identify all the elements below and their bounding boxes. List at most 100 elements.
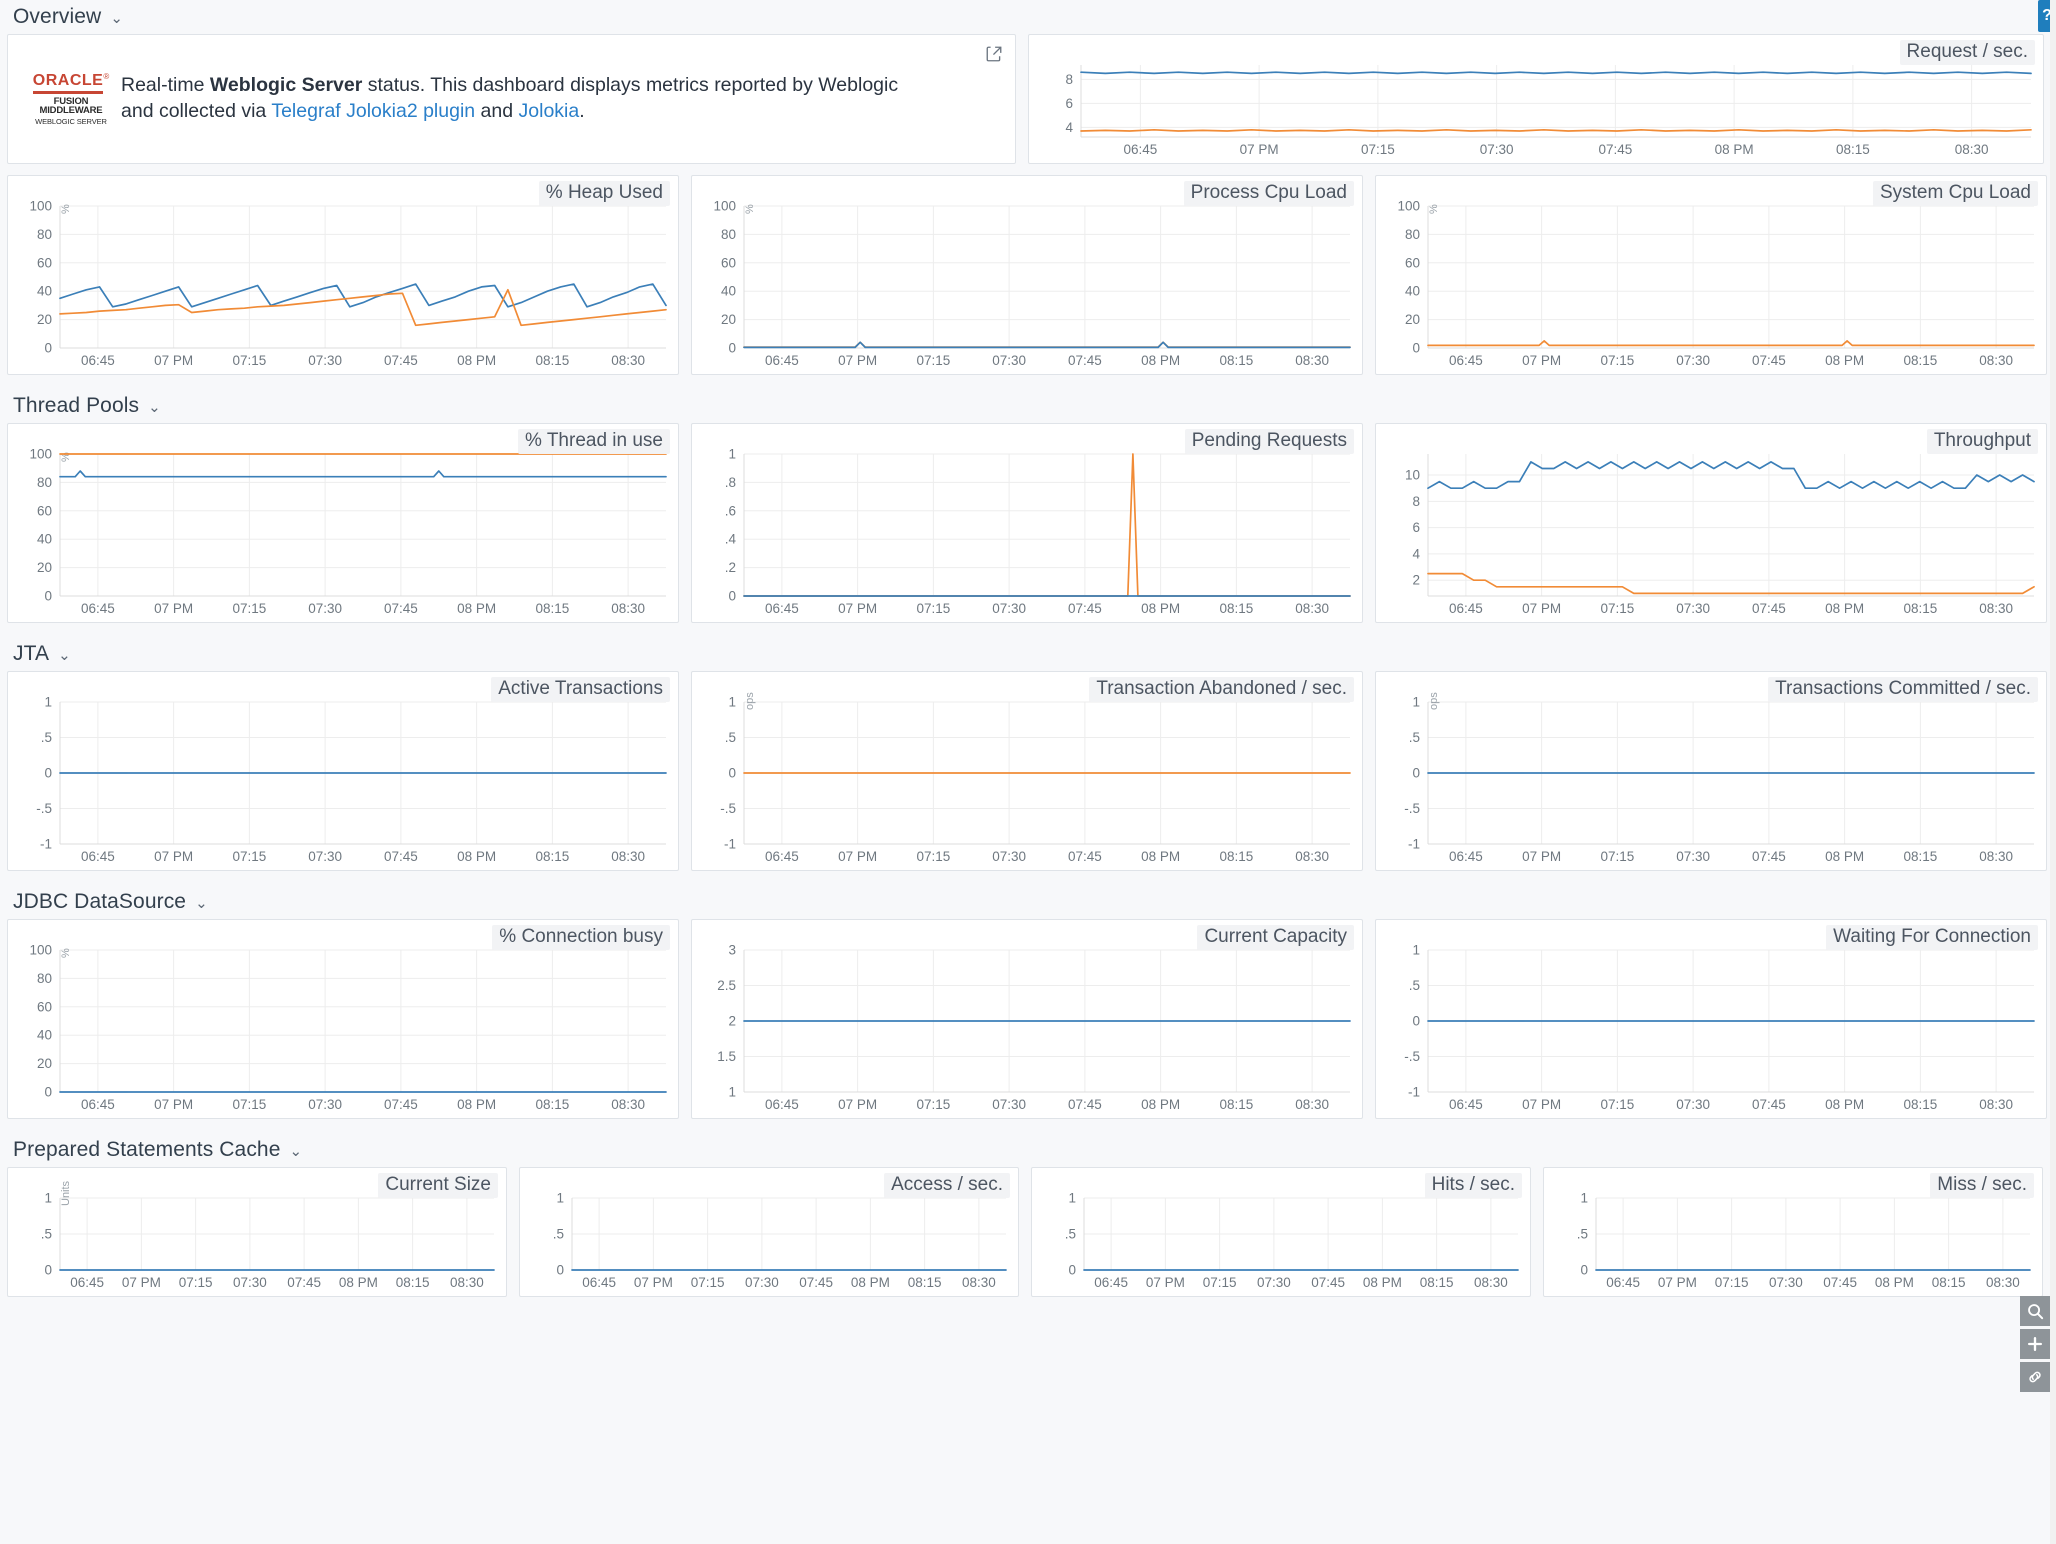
- section-thread-pools: Thread Pools ⌄ % Thread in use 0 20 40 60 80…: [0, 389, 2056, 623]
- svg-text:07:15: 07:15: [1600, 353, 1634, 368]
- svg-text:07:15: 07:15: [916, 1097, 950, 1112]
- svg-text:07:15: 07:15: [1600, 1097, 1634, 1112]
- svg-text:08:15: 08:15: [1420, 1275, 1454, 1290]
- section-overview: Overview ⌄ ORACLE® FUSION MIDDLEWARE WEB…: [0, 0, 2056, 164]
- svg-text:08 PM: 08 PM: [1141, 353, 1180, 368]
- svg-text:.5: .5: [1409, 978, 1420, 993]
- svg-text:100: 100: [29, 447, 52, 462]
- svg-text:2: 2: [1412, 573, 1420, 588]
- svg-text:1.5: 1.5: [717, 1049, 736, 1064]
- link-button[interactable]: [2020, 1362, 2050, 1392]
- svg-text:08 PM: 08 PM: [1141, 601, 1180, 616]
- chevron-down-icon: ⌄: [58, 646, 71, 664]
- svg-text:07:30: 07:30: [308, 601, 342, 616]
- svg-text:40: 40: [37, 1028, 52, 1043]
- section-header-prepared-statements-cache[interactable]: Prepared Statements Cache ⌄: [0, 1133, 2056, 1167]
- svg-text:07:30: 07:30: [1480, 142, 1514, 157]
- svg-text:80: 80: [37, 475, 52, 490]
- svg-text:%: %: [1428, 204, 1440, 214]
- svg-text:-.5: -.5: [720, 801, 736, 816]
- intro-text-bold: Weblogic Server: [209, 74, 363, 97]
- svg-text:07:45: 07:45: [1068, 353, 1102, 368]
- svg-text:06:45: 06:45: [1606, 1275, 1640, 1290]
- panel-intro: ORACLE® FUSION MIDDLEWARE WEBLOGIC SERVE…: [7, 34, 1016, 164]
- svg-text:07:45: 07:45: [1823, 1275, 1857, 1290]
- svg-text:.5: .5: [1409, 730, 1420, 745]
- svg-text:07:45: 07:45: [1598, 142, 1632, 157]
- svg-text:0: 0: [1412, 341, 1420, 356]
- svg-text:1: 1: [556, 1191, 564, 1206]
- svg-text:0: 0: [44, 1085, 52, 1100]
- svg-text:07 PM: 07 PM: [1146, 1275, 1185, 1290]
- svg-text:.5: .5: [1065, 1227, 1076, 1242]
- svg-text:Units: Units: [60, 1180, 72, 1206]
- svg-text:08 PM: 08 PM: [1825, 849, 1864, 864]
- svg-text:08 PM: 08 PM: [1141, 849, 1180, 864]
- svg-text:08:30: 08:30: [611, 1097, 645, 1112]
- external-link-icon[interactable]: [985, 45, 1003, 63]
- svg-text:07:15: 07:15: [179, 1275, 213, 1290]
- svg-text:08 PM: 08 PM: [457, 849, 496, 864]
- svg-text:07:30: 07:30: [1257, 1275, 1291, 1290]
- svg-text:-1: -1: [1408, 837, 1420, 852]
- svg-text:07 PM: 07 PM: [154, 1097, 193, 1112]
- svg-text:07:15: 07:15: [1600, 601, 1634, 616]
- svg-text:08 PM: 08 PM: [851, 1275, 890, 1290]
- panel-title-psc-hits: Hits / sec.: [1424, 1173, 1522, 1198]
- svg-text:0: 0: [728, 341, 736, 356]
- panel-title-waiting-for-connection: Waiting For Connection: [1826, 925, 2038, 950]
- search-button[interactable]: [2020, 1296, 2050, 1326]
- svg-text:07 PM: 07 PM: [154, 849, 193, 864]
- section-header-jta[interactable]: JTA ⌄: [0, 637, 2056, 671]
- svg-text:07:45: 07:45: [384, 849, 418, 864]
- panel-title-current-capacity: Current Capacity: [1197, 925, 1354, 950]
- svg-text:08:15: 08:15: [1219, 849, 1253, 864]
- svg-text:40: 40: [37, 284, 52, 299]
- svg-text:1: 1: [1068, 1191, 1076, 1206]
- page-scrollbar[interactable]: [2050, 0, 2056, 1544]
- svg-text:07:15: 07:15: [232, 1097, 266, 1112]
- svg-text:08:15: 08:15: [1836, 142, 1870, 157]
- svg-text:07 PM: 07 PM: [838, 601, 877, 616]
- svg-text:08:30: 08:30: [611, 849, 645, 864]
- svg-text:-1: -1: [40, 837, 52, 852]
- svg-text:8: 8: [1065, 72, 1073, 87]
- svg-text:08:30: 08:30: [1979, 353, 2013, 368]
- svg-text:100: 100: [713, 199, 736, 214]
- jolokia-link[interactable]: Jolokia: [519, 100, 580, 122]
- svg-text:07:45: 07:45: [1752, 849, 1786, 864]
- add-button[interactable]: [2020, 1329, 2050, 1359]
- svg-text:08:30: 08:30: [1986, 1275, 2020, 1290]
- svg-text:07:30: 07:30: [1769, 1275, 1803, 1290]
- svg-text:07:15: 07:15: [691, 1275, 725, 1290]
- panel-title-transaction-abandoned: Transaction Abandoned / sec.: [1089, 677, 1354, 702]
- overview-row-2: % Heap Used 0 20 40 60 80 100 06:45 07 PM 07:15 0…: [0, 175, 2056, 375]
- panel-waiting-for-connection: Waiting For Connection -1 -.5 0 .5 1 06:45 07 …: [1375, 919, 2047, 1119]
- svg-text:08 PM: 08 PM: [457, 601, 496, 616]
- svg-text:06:45: 06:45: [1449, 1097, 1483, 1112]
- panel-title-psc-miss: Miss / sec.: [1930, 1173, 2034, 1198]
- svg-text:08:15: 08:15: [1219, 1097, 1253, 1112]
- svg-text:.2: .2: [725, 560, 736, 575]
- section-header-overview[interactable]: Overview ⌄: [0, 0, 2056, 34]
- svg-text:-.5: -.5: [1404, 1049, 1420, 1064]
- svg-text:07:30: 07:30: [1676, 353, 1710, 368]
- chart-request-per-sec[interactable]: 4 6 8 06:45 07 PM 07:15 07:30 07:45 08 PM 08:15 08…: [1029, 35, 2043, 163]
- svg-text:80: 80: [37, 971, 52, 986]
- overview-row-1: ORACLE® FUSION MIDDLEWARE WEBLOGIC SERVE…: [0, 34, 2056, 164]
- intro-text: Real-time Weblogic Server status. This d…: [121, 73, 911, 125]
- svg-text:20: 20: [37, 560, 52, 575]
- telegraf-jolokia2-link[interactable]: Telegraf Jolokia2 plugin: [271, 100, 475, 122]
- svg-text:08 PM: 08 PM: [1141, 1097, 1180, 1112]
- svg-text:0: 0: [44, 766, 52, 781]
- section-header-thread-pools[interactable]: Thread Pools ⌄: [0, 389, 2056, 423]
- svg-text:06:45: 06:45: [81, 353, 115, 368]
- svg-text:06:45: 06:45: [1449, 601, 1483, 616]
- svg-text:08:15: 08:15: [1219, 601, 1253, 616]
- svg-text:07:45: 07:45: [287, 1275, 321, 1290]
- section-header-jdbc-datasource[interactable]: JDBC DataSource ⌄: [0, 885, 2056, 919]
- panel-thread-in-use: % Thread in use 0 20 40 60 80 100 06:45 07 PM 07…: [7, 423, 679, 623]
- section-title-jta: JTA: [13, 642, 50, 665]
- svg-text:08:15: 08:15: [396, 1275, 430, 1290]
- svg-text:06:45: 06:45: [765, 1097, 799, 1112]
